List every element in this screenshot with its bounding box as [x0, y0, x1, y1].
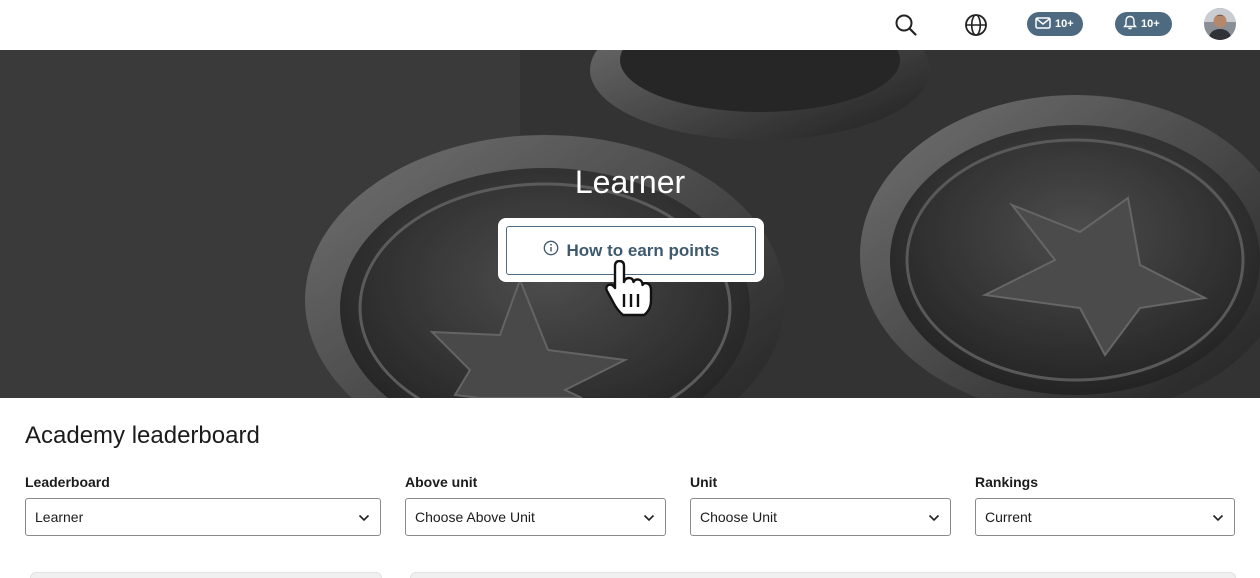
- envelope-icon: [1035, 16, 1051, 32]
- messages-count-badge: 10+: [1055, 18, 1074, 30]
- notifications-count-badge: 10+: [1141, 18, 1160, 30]
- leaderboard-filter-label: Leaderboard: [25, 474, 110, 490]
- above-unit-select-value: Choose Above Unit: [415, 509, 535, 525]
- leaderboard-card: [30, 572, 382, 578]
- bell-icon: [1123, 15, 1137, 33]
- notifications-button[interactable]: 10+: [1115, 12, 1172, 36]
- chevron-down-icon: [1212, 509, 1224, 525]
- chevron-down-icon: [358, 509, 370, 525]
- unit-select[interactable]: Choose Unit: [690, 498, 951, 536]
- hand-pointer-cursor-icon: [603, 259, 659, 320]
- leaderboard-select[interactable]: Learner: [25, 498, 381, 536]
- unit-select-value: Choose Unit: [700, 509, 778, 525]
- search-icon[interactable]: [889, 8, 923, 42]
- messages-button[interactable]: 10+: [1027, 12, 1083, 36]
- rankings-select-value: Current: [985, 509, 1032, 525]
- globe-icon[interactable]: [959, 8, 993, 42]
- chevron-down-icon: [643, 509, 655, 525]
- chevron-down-icon: [928, 509, 940, 525]
- info-icon: [543, 240, 559, 261]
- page-title: Learner: [574, 164, 686, 200]
- top-bar: 10+ 10+: [0, 0, 1260, 50]
- leaderboard-select-value: Learner: [35, 509, 84, 525]
- user-avatar[interactable]: [1204, 8, 1236, 40]
- above-unit-select[interactable]: Choose Above Unit: [405, 498, 666, 536]
- hero-banner: Learner How to earn points: [0, 50, 1260, 398]
- rankings-select[interactable]: Current: [975, 498, 1235, 536]
- leaderboard-title: Academy leaderboard: [25, 422, 260, 449]
- earn-button-label: How to earn points: [566, 240, 720, 260]
- unit-filter-label: Unit: [690, 474, 718, 490]
- rankings-filter-label: Rankings: [975, 474, 1039, 490]
- above-unit-filter-label: Above unit: [405, 474, 478, 490]
- rankings-card: [410, 572, 1236, 578]
